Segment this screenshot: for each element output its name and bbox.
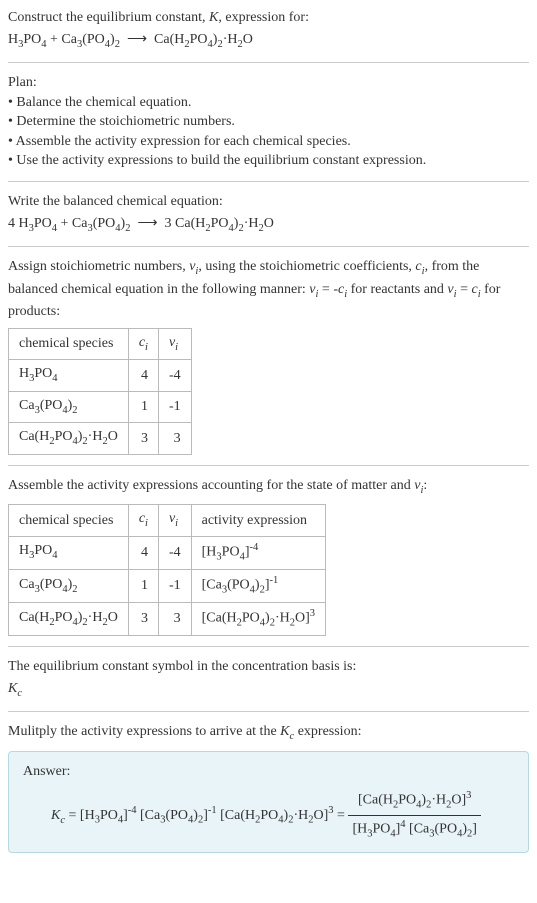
species-cell: Ca(H2PO4)2·H2O: [9, 602, 129, 635]
divider: [8, 246, 529, 247]
divider: [8, 711, 529, 712]
activity-cell: [Ca(H2PO4)2·H2O]3: [191, 602, 325, 635]
nu-cell: -4: [158, 536, 191, 569]
fraction-denominator: [H3PO4]4 [Ca3(PO4)2]: [348, 816, 480, 842]
col-species: chemical species: [9, 505, 129, 536]
balanced-heading: Write the balanced chemical equation:: [8, 192, 529, 212]
divider: [8, 62, 529, 63]
nu-cell: 3: [158, 423, 191, 454]
intro-text-b: , expression for:: [218, 10, 309, 25]
fraction-numerator: [Ca(H2PO4)2·H2O]3: [348, 789, 480, 816]
activity-cell: [Ca3(PO4)2]-1: [191, 569, 325, 602]
eqconst-block: The equilibrium constant symbol in the c…: [8, 657, 529, 701]
species-cell: H3PO4: [9, 536, 129, 569]
fraction: [Ca(H2PO4)2·H2O]3 [H3PO4]4 [Ca3(PO4)2]: [348, 789, 480, 842]
c-cell: 1: [128, 391, 158, 422]
plan-bullet-4: • Use the activity expressions to build …: [8, 151, 529, 171]
balanced-equation: 4 H3PO4 + Ca3(PO4)2 ⟶ 3 Ca(H2PO4)2·H2O: [8, 214, 529, 236]
c-cell: 1: [128, 569, 158, 602]
nu-cell: -1: [158, 391, 191, 422]
table-header-row: chemical species ci νi activity expressi…: [9, 505, 326, 536]
eqconst-text: The equilibrium constant symbol in the c…: [8, 657, 529, 677]
species-cell: Ca3(PO4)2: [9, 569, 129, 602]
species-cell: Ca3(PO4)2: [9, 391, 129, 422]
table-row: Ca3(PO4)2 1 -1 [Ca3(PO4)2]-1: [9, 569, 326, 602]
col-species: chemical species: [9, 328, 129, 359]
col-ci: ci: [128, 505, 158, 536]
activity-cell: [H3PO4]-4: [191, 536, 325, 569]
multiply-text: Mulitply the activity expressions to arr…: [8, 722, 529, 744]
species-cell: H3PO4: [9, 360, 129, 391]
assemble-block: Assemble the activity expressions accoun…: [8, 476, 529, 636]
col-activity: activity expression: [191, 505, 325, 536]
col-nui: νi: [158, 328, 191, 359]
answer-box: Answer: Kc = [H3PO4]-4 [Ca3(PO4)2]-1 [Ca…: [8, 751, 529, 854]
plan-block: Plan: • Balance the chemical equation. •…: [8, 73, 529, 171]
col-nui: νi: [158, 505, 191, 536]
assign-text: Assign stoichiometric numbers, νi, using…: [8, 257, 529, 322]
intro-text-a: Construct the equilibrium constant,: [8, 10, 209, 25]
assemble-text: Assemble the activity expressions accoun…: [8, 476, 529, 498]
intro-block: Construct the equilibrium constant, K, e…: [8, 8, 529, 52]
Kc-symbol: Kc: [8, 679, 529, 701]
table-row: H3PO4 4 -4 [H3PO4]-4: [9, 536, 326, 569]
table-row: Ca3(PO4)2 1 -1: [9, 391, 192, 422]
intro-text: Construct the equilibrium constant, K, e…: [8, 8, 529, 28]
balanced-block: Write the balanced chemical equation: 4 …: [8, 192, 529, 236]
nu-cell: -4: [158, 360, 191, 391]
plan-bullet-1: • Balance the chemical equation.: [8, 93, 529, 113]
plan-bullet-2: • Determine the stoichiometric numbers.: [8, 112, 529, 132]
c-cell: 4: [128, 360, 158, 391]
stoich-table: chemical species ci νi H3PO4 4 -4 Ca3(PO…: [8, 328, 192, 455]
species-cell: Ca(H2PO4)2·H2O: [9, 423, 129, 454]
table-row: Ca(H2PO4)2·H2O 3 3: [9, 423, 192, 454]
plan-heading: Plan:: [8, 73, 529, 93]
c-cell: 3: [128, 423, 158, 454]
divider: [8, 646, 529, 647]
assign-block: Assign stoichiometric numbers, νi, using…: [8, 257, 529, 455]
table-row: H3PO4 4 -4: [9, 360, 192, 391]
nu-cell: -1: [158, 569, 191, 602]
col-ci: ci: [128, 328, 158, 359]
multiply-block: Mulitply the activity expressions to arr…: [8, 722, 529, 853]
c-cell: 4: [128, 536, 158, 569]
divider: [8, 181, 529, 182]
nu-cell: 3: [158, 602, 191, 635]
activity-table: chemical species ci νi activity expressi…: [8, 504, 326, 636]
c-cell: 3: [128, 602, 158, 635]
table-row: Ca(H2PO4)2·H2O 3 3 [Ca(H2PO4)2·H2O]3: [9, 602, 326, 635]
answer-equation: Kc = [H3PO4]-4 [Ca3(PO4)2]-1 [Ca(H2PO4)2…: [51, 789, 514, 842]
table-header-row: chemical species ci νi: [9, 328, 192, 359]
divider: [8, 465, 529, 466]
answer-label: Answer:: [23, 762, 514, 782]
plan-bullet-3: • Assemble the activity expression for e…: [8, 132, 529, 152]
K-symbol: K: [209, 10, 218, 25]
unbalanced-equation: H3PO4 + Ca3(PO4)2 ⟶ Ca(H2PO4)2·H2O: [8, 30, 529, 52]
